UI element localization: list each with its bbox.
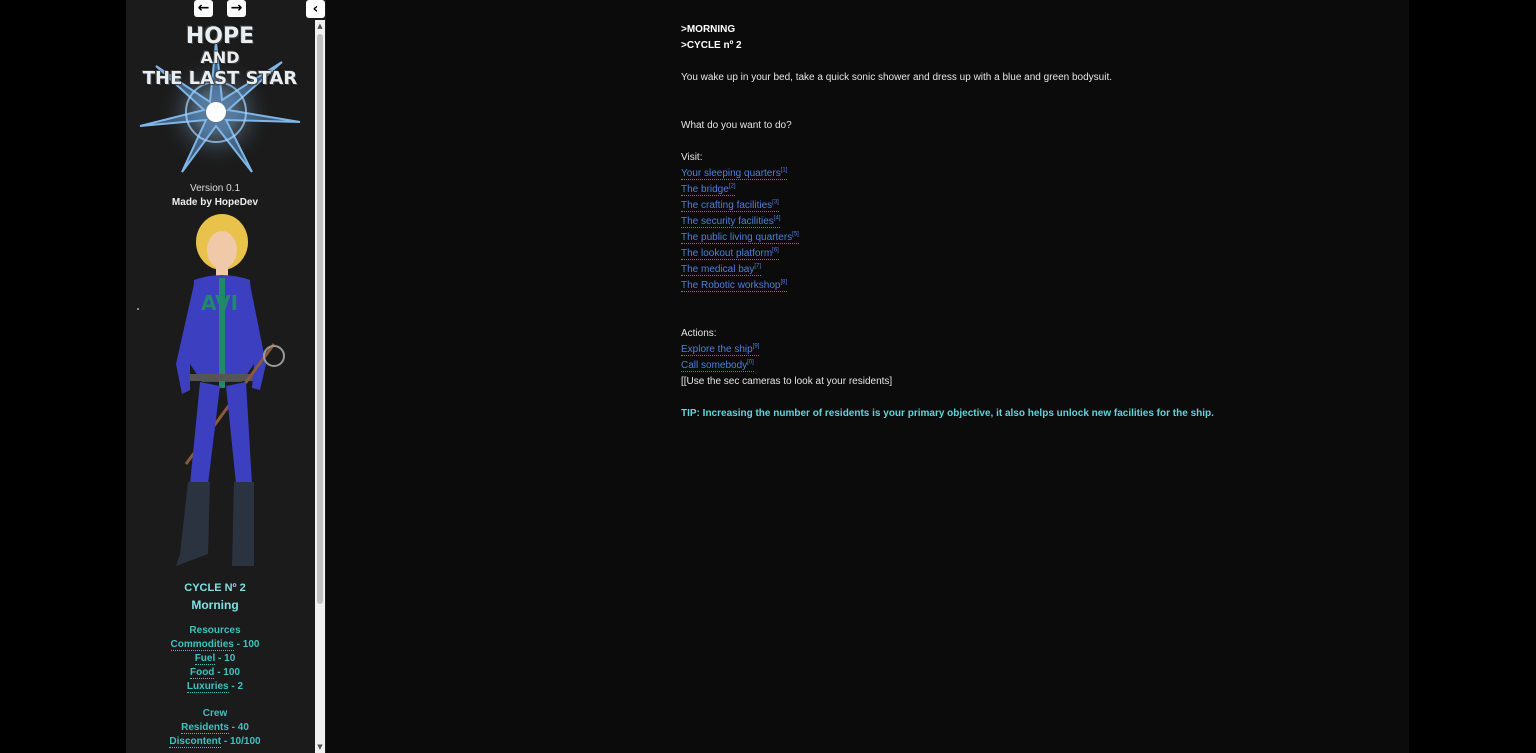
- visit-link-label[interactable]: The bridge: [681, 184, 729, 195]
- visit-link-label[interactable]: Your sleeping quarters: [681, 168, 781, 179]
- visit-medical-bay[interactable]: The medical bay[7]: [681, 264, 762, 277]
- hotkey-label: [3]: [772, 200, 779, 206]
- discontent-link[interactable]: Discontent: [169, 736, 222, 748]
- hotkey-label: [6]: [772, 248, 779, 254]
- intro-text: You wake up in your bed, take a quick so…: [681, 72, 1113, 83]
- resources-heading: Resources: [189, 625, 241, 636]
- header-morning: >MORNING: [681, 24, 736, 35]
- visit-link-label[interactable]: The lookout platform: [681, 248, 772, 259]
- header-cycle: >CYCLE nº 2: [681, 40, 742, 51]
- logo-line-2: AND: [200, 48, 240, 67]
- visit-link-label[interactable]: The crafting facilities: [681, 200, 772, 211]
- logo-line-1: HOPE: [185, 24, 255, 49]
- commodities-value: - 100: [233, 639, 260, 650]
- svg-text:AVI: AVI: [201, 291, 238, 315]
- hotkey-label: [5]: [792, 232, 799, 238]
- question-text: What do you want to do?: [681, 120, 792, 131]
- visit-lookout-platform[interactable]: The lookout platform[6]: [681, 248, 779, 261]
- residents-value: - 40: [228, 722, 249, 733]
- crew-discontent: Discontent - 10/100: [126, 736, 304, 748]
- time-of-day: Morning: [191, 598, 239, 612]
- visit-crafting-facilities[interactable]: The crafting facilities[3]: [681, 200, 779, 213]
- tip-text: TIP: Increasing the number of residents …: [681, 408, 1214, 419]
- visit-label: Visit:: [681, 152, 703, 163]
- residents-link[interactable]: Residents: [181, 722, 229, 734]
- hotkey-label: [9]: [752, 344, 760, 350]
- action-link-label[interactable]: Explore the ship: [681, 344, 753, 355]
- fuel-link[interactable]: Fuel: [194, 653, 216, 665]
- cursor-mark: [137, 308, 139, 310]
- hotkey-label: [4]: [773, 216, 781, 222]
- visit-link-label[interactable]: The Robotic workshop: [681, 280, 781, 291]
- resource-commodities: Commodities - 100: [126, 639, 304, 651]
- food-link[interactable]: Food: [189, 667, 215, 679]
- luxuries-link[interactable]: Luxuries: [186, 681, 229, 693]
- history-nav: ← →: [194, 0, 246, 17]
- author-label: Made by HopeDev: [171, 197, 259, 208]
- arrow-right-icon[interactable]: →: [227, 0, 246, 17]
- game-logo: HOPE AND THE LAST STAR: [132, 22, 308, 180]
- hotkey-label: [2]: [728, 184, 736, 190]
- action-call-somebody[interactable]: Call somebody[0]: [681, 360, 754, 373]
- food-value: - 100: [214, 667, 240, 678]
- visit-robotic-workshop[interactable]: The Robotic workshop[8]: [681, 280, 788, 293]
- fuel-value: - 10: [215, 653, 236, 664]
- visit-public-living-quarters[interactable]: The public living quarters[5]: [681, 232, 799, 245]
- resource-fuel: Fuel - 10: [126, 653, 304, 665]
- cycle-counter: CYCLE Nº 2: [184, 582, 246, 594]
- action-explore-ship[interactable]: Explore the ship[9]: [681, 344, 760, 357]
- visit-link-label[interactable]: The public living quarters: [681, 232, 792, 243]
- sidebar: ← → ‹ ▲ ▼ HOPE AND THE LAST STAR Version…: [126, 0, 326, 753]
- visit-link-label[interactable]: The medical bay: [681, 264, 754, 275]
- actions-label: Actions:: [681, 328, 717, 339]
- hotkey-label: [0]: [747, 360, 754, 366]
- visit-bridge[interactable]: The bridge[2]: [681, 184, 736, 197]
- commodities-link[interactable]: Commodities: [170, 639, 234, 651]
- app-root: ← → ‹ ▲ ▼ HOPE AND THE LAST STAR Version…: [0, 0, 1536, 753]
- visit-security-facilities[interactable]: The security facilities[4]: [681, 216, 781, 229]
- hotkey-label: [7]: [754, 264, 762, 270]
- crew-heading: Crew: [202, 708, 228, 719]
- resource-luxuries: Luxuries - 2: [126, 681, 304, 693]
- character-portrait: AVI: [156, 214, 286, 574]
- resource-food: Food - 100: [126, 667, 304, 679]
- hotkey-label: [8]: [780, 280, 788, 286]
- arrow-left-icon[interactable]: ←: [194, 0, 213, 17]
- scroll-down-icon[interactable]: ▼: [316, 743, 324, 751]
- action-link-label[interactable]: Call somebody: [681, 360, 747, 371]
- collapse-left-icon[interactable]: ‹: [306, 0, 325, 18]
- scroll-thumb[interactable]: [317, 34, 323, 604]
- hotkey-label: [1]: [780, 168, 788, 174]
- visit-sleeping-quarters[interactable]: Your sleeping quarters[1]: [681, 168, 788, 181]
- discontent-value: - 10/100: [221, 736, 261, 747]
- scroll-up-icon[interactable]: ▲: [316, 22, 324, 30]
- logo-line-3: THE LAST STAR: [142, 68, 298, 89]
- camera-text: [[Use the sec cameras to look at your re…: [681, 376, 893, 387]
- crew-residents: Residents - 40: [126, 722, 304, 734]
- version-label: Version 0.1: [189, 183, 241, 194]
- luxuries-value: - 2: [228, 681, 244, 692]
- visit-link-label[interactable]: The security facilities: [681, 216, 774, 227]
- sidebar-scrollbar[interactable]: ▲ ▼: [315, 20, 325, 753]
